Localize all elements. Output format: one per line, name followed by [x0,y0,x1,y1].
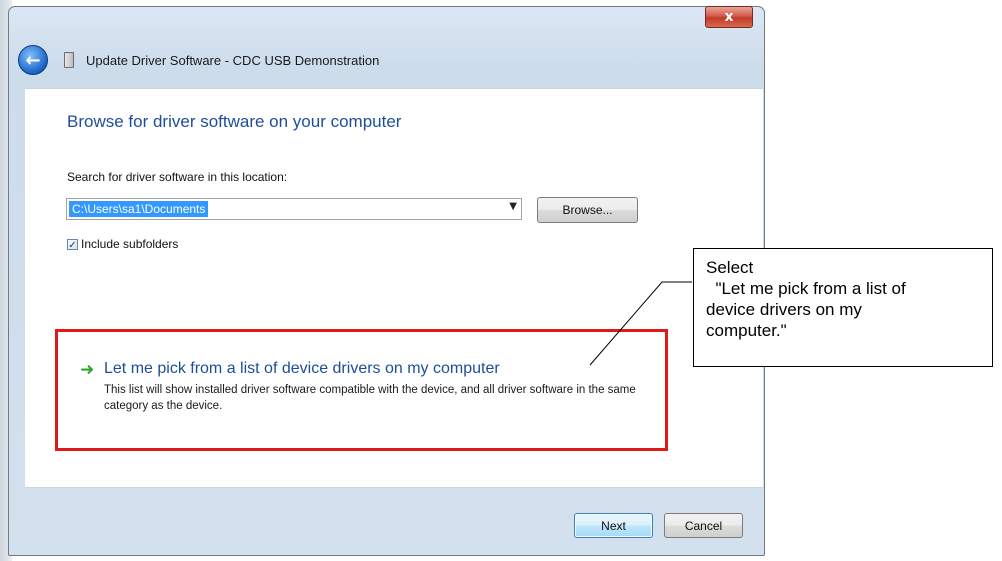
include-subfolders-label: Include subfolders [81,237,179,251]
dialog-header: ← Update Driver Software - CDC USB Demon… [18,40,758,80]
callout-line: computer." [706,321,787,340]
close-button[interactable]: x [705,6,753,28]
back-arrow-button[interactable]: ← [18,45,48,75]
location-path-value: C:\Users\sa1\Documents [69,201,209,217]
instruction-callout: Select "Let me pick from a list of devic… [693,248,993,367]
browse-button[interactable]: Browse... [537,197,638,223]
cancel-button[interactable]: Cancel [664,513,743,538]
include-subfolders-row[interactable]: ✓ Include subfolders [67,237,178,251]
callout-line: Select [706,258,754,277]
include-subfolders-checkbox[interactable]: ✓ [67,238,78,251]
search-location-label: Search for driver software in this locat… [67,170,288,184]
dropdown-arrow-icon[interactable]: ▼ [509,201,517,212]
usb-device-icon [64,52,74,68]
red-highlight-box [55,329,668,451]
dialog-title: Update Driver Software - CDC USB Demonst… [86,52,380,68]
location-combobox[interactable]: C:\Users\sa1\Documents ▼ [66,198,522,220]
callout-line: device drivers on my [706,300,862,319]
page-heading: Browse for driver software on your compu… [67,112,402,131]
next-button[interactable]: Next [574,513,653,538]
callout-line: "Let me pick from a list of [706,279,906,298]
